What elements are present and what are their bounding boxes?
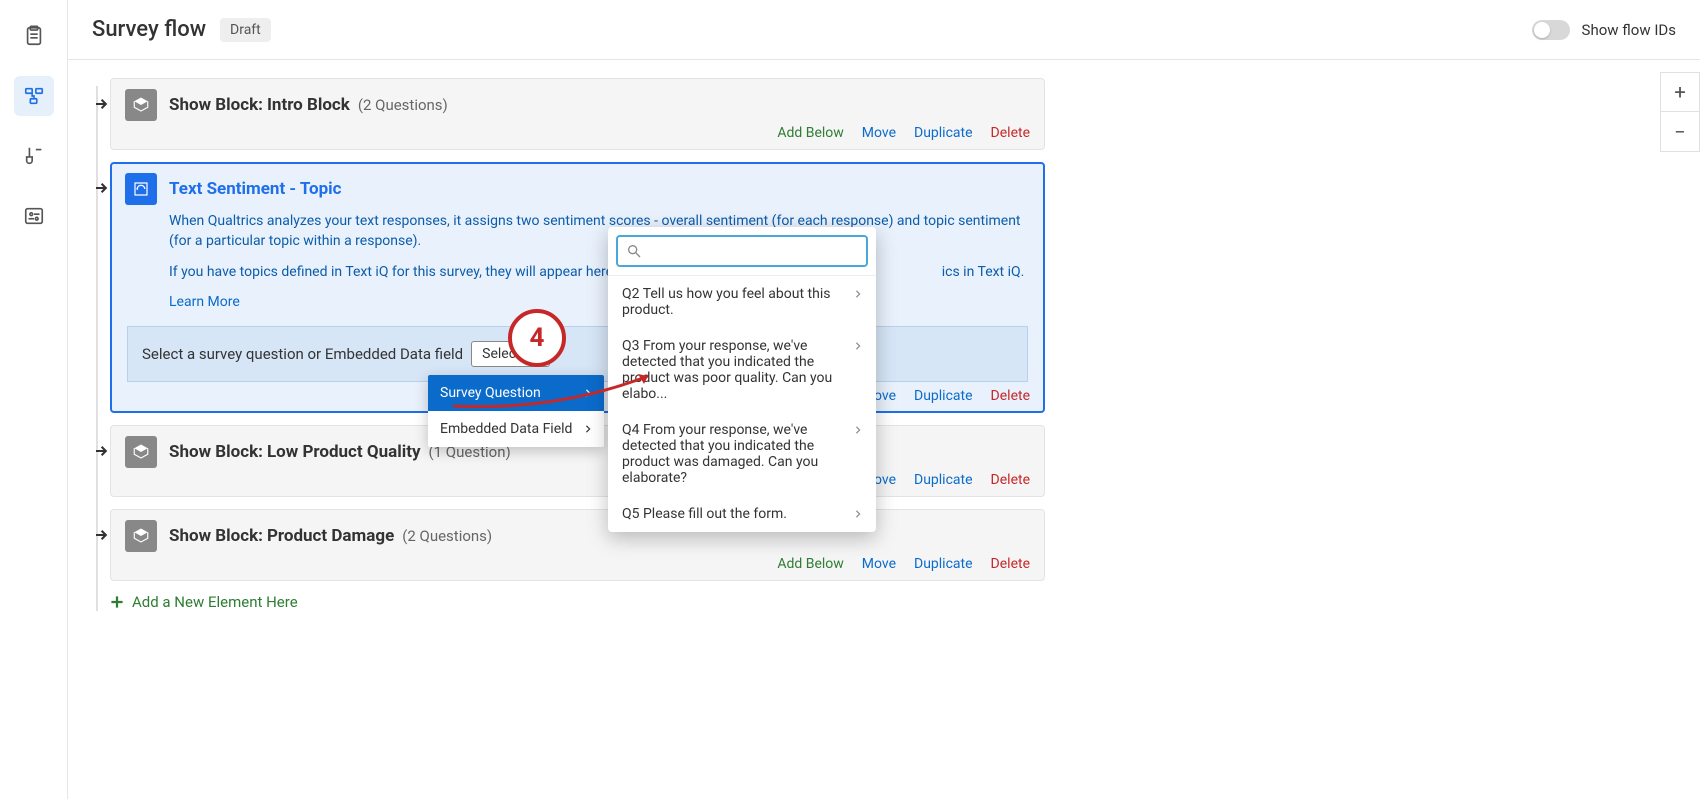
delete-button[interactable]: Delete — [991, 388, 1030, 404]
block-icon — [125, 89, 157, 121]
sentiment-desc-2: If you have topics defined in Text iQ fo… — [169, 262, 1030, 282]
select-type-menu: Survey Question Embedded Data Field — [428, 375, 604, 447]
sentiment-icon — [125, 173, 157, 205]
delete-button[interactable]: Delete — [991, 556, 1030, 572]
duplicate-button[interactable]: Duplicate — [914, 556, 973, 572]
block-title-name: Low Product Quality — [267, 442, 421, 462]
nav-options-icon[interactable] — [14, 196, 54, 236]
question-picker-popover: Q2 Tell us how you feel about this produ… — [608, 227, 876, 532]
duplicate-button[interactable]: Duplicate — [914, 125, 973, 141]
block-question-count: (2 Questions) — [402, 527, 492, 545]
menu-item-embedded-data[interactable]: Embedded Data Field — [428, 411, 604, 447]
select-question-value: Select — [482, 346, 520, 362]
plus-icon — [110, 595, 124, 609]
flow-element-text-sentiment[interactable]: Text Sentiment - Topic When Qualtrics an… — [110, 162, 1676, 413]
move-button[interactable]: Move — [862, 125, 896, 141]
block-question-count: (2 Questions) — [358, 96, 448, 114]
delete-button[interactable]: Delete — [991, 125, 1030, 141]
add-below-button[interactable]: Add Below — [777, 556, 843, 572]
question-search-input[interactable] — [648, 243, 858, 259]
show-flow-ids-toggle[interactable] — [1532, 20, 1570, 40]
nav-theme-icon[interactable] — [14, 136, 54, 176]
menu-item-survey-question[interactable]: Survey Question — [428, 375, 604, 411]
flow-element-low-quality-block[interactable]: Show Block: Low Product Quality (1 Quest… — [110, 425, 1676, 497]
chevron-right-icon — [584, 425, 592, 433]
chevron-right-icon — [854, 426, 862, 434]
block-title-prefix: Show Block: — [169, 95, 263, 115]
question-option[interactable]: Q3 From your response, we've detected th… — [608, 328, 876, 412]
block-icon — [125, 436, 157, 468]
status-badge: Draft — [220, 18, 271, 42]
delete-button[interactable]: Delete — [991, 472, 1030, 488]
show-flow-ids-toggle-wrap: Show flow IDs — [1532, 20, 1676, 40]
learn-more-link[interactable]: Learn More — [169, 294, 240, 310]
question-search-input-wrap — [616, 235, 868, 267]
block-title-name: Product Damage — [267, 526, 394, 546]
add-below-button[interactable]: Add Below — [777, 125, 843, 141]
question-option[interactable]: Q2 Tell us how you feel about this produ… — [608, 276, 876, 328]
nav-survey-icon[interactable] — [14, 16, 54, 56]
main-panel: Survey flow Draft Show flow IDs + − — [68, 0, 1700, 799]
flow-connector-icon — [96, 527, 108, 539]
chevron-down-icon — [529, 349, 539, 359]
show-flow-ids-label: Show flow IDs — [1582, 21, 1676, 39]
flow-connector-icon — [96, 443, 108, 455]
question-option[interactable]: Q5 Please fill out the form. — [608, 496, 876, 532]
duplicate-button[interactable]: Duplicate — [914, 388, 973, 404]
move-button[interactable]: Move — [862, 556, 896, 572]
chevron-right-icon — [584, 389, 592, 397]
flow-element-intro-block[interactable]: Show Block: Intro Block (2 Questions) Ad… — [110, 78, 1676, 150]
add-new-element-button[interactable]: Add a New Element Here — [110, 593, 1676, 611]
left-nav-rail — [0, 0, 68, 799]
nav-flow-icon[interactable] — [14, 76, 54, 116]
select-question-row: Select a survey question or Embedded Dat… — [127, 326, 1028, 382]
select-question-dropdown[interactable]: Select — [471, 341, 549, 367]
page-title: Survey flow — [92, 17, 206, 42]
block-icon — [125, 520, 157, 552]
block-title-prefix: Show Block: — [169, 526, 263, 546]
question-option[interactable]: Q4 From your response, we've detected th… — [608, 412, 876, 496]
flow-connector-icon — [96, 180, 108, 192]
block-title-name: Intro Block — [267, 95, 350, 115]
chevron-right-icon — [854, 290, 862, 298]
select-question-label: Select a survey question or Embedded Dat… — [142, 345, 463, 363]
topbar: Survey flow Draft Show flow IDs — [68, 0, 1700, 60]
chevron-right-icon — [854, 510, 862, 518]
flow-element-product-damage-block[interactable]: Show Block: Product Damage (2 Questions)… — [110, 509, 1676, 581]
flow-connector-icon — [96, 96, 108, 108]
duplicate-button[interactable]: Duplicate — [914, 472, 973, 488]
block-title-prefix: Show Block: — [169, 442, 263, 462]
sentiment-title: Text Sentiment - Topic — [169, 179, 342, 199]
flow-area: Show Block: Intro Block (2 Questions) Ad… — [68, 60, 1700, 651]
sentiment-desc-1: When Qualtrics analyzes your text respon… — [169, 211, 1030, 252]
search-icon — [626, 243, 642, 259]
chevron-right-icon — [854, 342, 862, 350]
